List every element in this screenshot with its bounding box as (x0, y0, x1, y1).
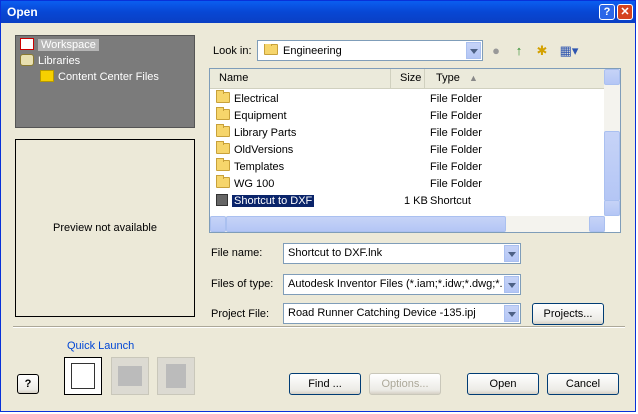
window-title: Open (7, 5, 38, 19)
list-item[interactable]: Templates File Folder (216, 158, 606, 175)
project-file-label: Project File: (211, 308, 270, 320)
folder-icon (264, 44, 278, 55)
folder-icon (216, 124, 230, 137)
tree-item-workspace[interactable]: Workspace (20, 38, 99, 53)
chevron-down-icon[interactable] (504, 276, 519, 293)
list-item[interactable]: Library Parts File Folder (216, 124, 606, 141)
find-button[interactable]: Find ... (289, 373, 361, 395)
close-button[interactable]: ✕ (617, 4, 633, 20)
libraries-icon (20, 54, 34, 66)
up-folder-icon[interactable]: ↑ (510, 42, 528, 60)
divider (13, 326, 625, 328)
new-folder-icon[interactable]: ✱ (533, 42, 551, 60)
projects-button[interactable]: Projects... (532, 303, 604, 325)
title-bar[interactable]: Open ? ✕ (1, 1, 635, 23)
file-name-value: Shortcut to DXF.lnk (288, 247, 383, 259)
quick-launch-open-recent-button[interactable] (111, 357, 149, 395)
list-item[interactable]: OldVersions File Folder (216, 141, 606, 158)
vertical-scrollbar[interactable] (604, 69, 620, 216)
workspace-icon (20, 38, 34, 50)
scroll-down-icon[interactable] (604, 200, 620, 216)
column-header-type[interactable]: Type ▲ (424, 69, 606, 89)
folder-icon (216, 158, 230, 171)
new-document-icon (71, 363, 95, 389)
tree-item-libraries[interactable]: Libraries (20, 54, 80, 69)
views-menu-icon[interactable]: ▦▾ (557, 42, 581, 60)
options-button[interactable]: Options... (369, 373, 441, 395)
list-item[interactable]: WG 100 File Folder (216, 175, 606, 192)
folder-icon (40, 70, 54, 82)
folder-icon (216, 90, 230, 103)
quick-launch-projects-button[interactable] (157, 357, 195, 395)
chevron-down-icon[interactable] (466, 42, 481, 59)
files-of-type-value: Autodesk Inventor Files (*.iam;*.idw;*.d… (288, 278, 502, 290)
chevron-down-icon[interactable] (504, 245, 519, 262)
folder-icon (216, 175, 230, 188)
chevron-down-icon[interactable] (504, 305, 519, 322)
look-in-label: Look in: (213, 45, 252, 57)
preview-text: Preview not available (53, 222, 157, 234)
files-of-type-label: Files of type: (211, 278, 274, 290)
shortcut-icon (216, 194, 228, 206)
open-dialog: Open ? ✕ Workspace Libraries Content Cen… (0, 0, 636, 412)
column-header-size[interactable]: Size (390, 69, 424, 89)
help-button[interactable]: ? (17, 374, 39, 394)
files-of-type-combo[interactable]: Autodesk Inventor Files (*.iam;*.idw;*.d… (283, 274, 521, 295)
help-title-button[interactable]: ? (599, 4, 615, 20)
scroll-thumb[interactable] (604, 131, 620, 201)
tree-item-content-center[interactable]: Content Center Files (40, 70, 159, 85)
quick-launch-label: Quick Launch (67, 340, 135, 352)
file-list: Name Size Type ▲ Electrical File Folder E… (209, 68, 621, 233)
back-icon[interactable]: ● (487, 42, 505, 60)
scroll-right-icon[interactable] (589, 216, 605, 232)
location-panel: Workspace Libraries Content Center Files (15, 35, 195, 128)
quick-launch-new-button[interactable] (64, 357, 102, 395)
scroll-left-icon[interactable] (210, 216, 226, 232)
look-in-value: Engineering (283, 45, 342, 57)
project-file-combo[interactable]: Road Runner Catching Device -135.ipj (283, 303, 521, 324)
open-recent-icon (118, 366, 142, 386)
sort-ascending-icon: ▲ (469, 73, 478, 83)
folder-icon (216, 141, 230, 154)
file-name-label: File name: (211, 247, 263, 259)
list-item[interactable]: Equipment File Folder (216, 107, 606, 124)
folder-icon (216, 107, 230, 120)
list-item-selected[interactable]: Shortcut to DXF 1 KB Shortcut (216, 193, 606, 209)
preview-pane: Preview not available (15, 139, 195, 317)
column-header-name[interactable]: Name (210, 69, 390, 89)
list-item[interactable]: Electrical File Folder (216, 90, 606, 107)
file-name-combo[interactable]: Shortcut to DXF.lnk (283, 243, 521, 264)
open-button[interactable]: Open (467, 373, 539, 395)
cancel-button[interactable]: Cancel (547, 373, 619, 395)
scroll-thumb-horizontal[interactable] (226, 216, 506, 232)
projects-icon (166, 364, 186, 388)
scroll-up-icon[interactable] (604, 69, 620, 85)
look-in-combo[interactable]: Engineering (257, 40, 483, 61)
horizontal-scrollbar[interactable] (210, 216, 605, 232)
project-file-value: Road Runner Catching Device -135.ipj (288, 307, 476, 319)
